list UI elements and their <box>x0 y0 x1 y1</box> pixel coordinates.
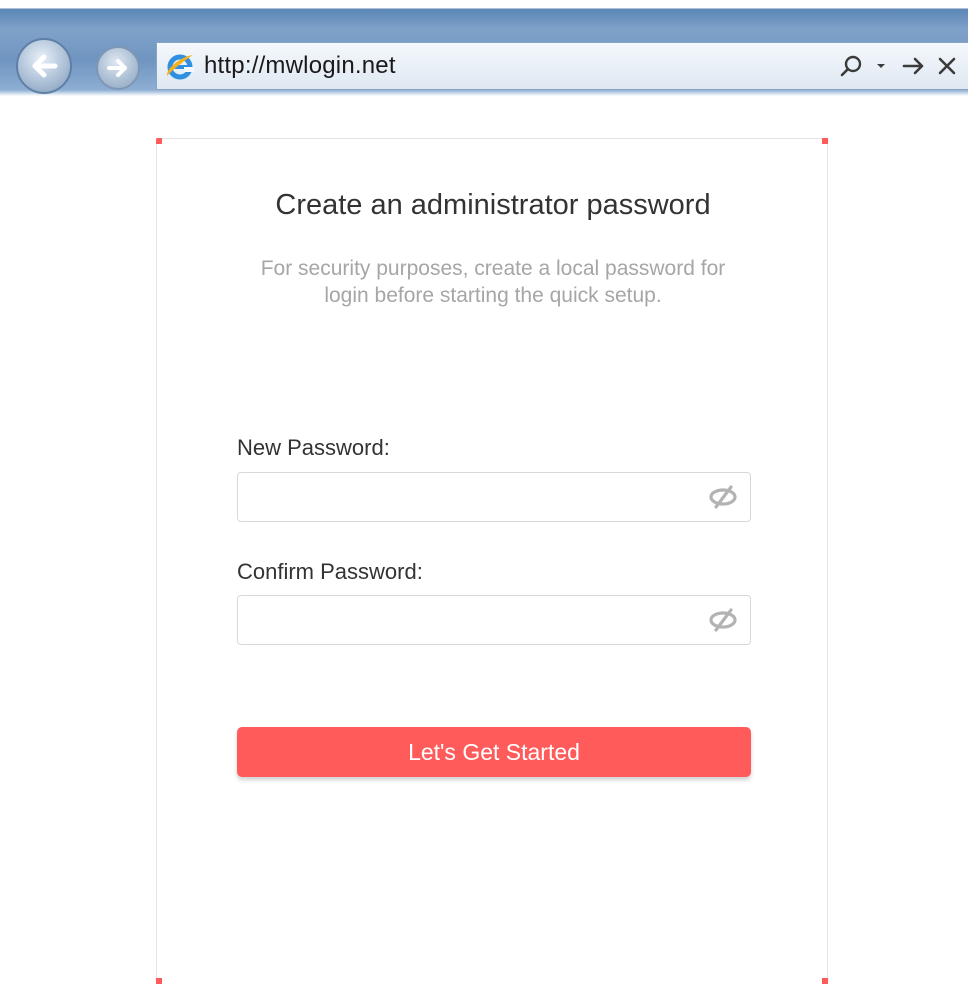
forward-button[interactable] <box>96 46 140 90</box>
forward-arrow-icon <box>107 59 127 77</box>
card-corner-accent <box>822 978 828 984</box>
confirm-password-input[interactable] <box>238 596 698 644</box>
confirm-password-label: Confirm Password: <box>237 559 423 584</box>
card-corner-accent <box>156 978 162 984</box>
stop-x-icon[interactable] <box>934 52 960 80</box>
page-title: Create an administrator password <box>275 189 711 221</box>
confirm-password-field[interactable] <box>237 595 751 645</box>
new-password-label: New Password: <box>237 435 390 460</box>
eye-slash-icon[interactable] <box>706 606 740 634</box>
back-button[interactable] <box>16 38 72 94</box>
card-corner-accent <box>822 138 828 144</box>
back-arrow-icon <box>32 54 58 78</box>
new-password-input[interactable] <box>238 473 698 521</box>
ie-logo-icon <box>164 50 196 82</box>
eye-slash-icon[interactable] <box>706 483 740 511</box>
new-password-field[interactable] <box>237 472 751 522</box>
lets-get-started-button[interactable]: Let's Get Started <box>237 727 751 777</box>
page-subtitle: For security purposes, create a local pa… <box>260 257 726 307</box>
dropdown-caret-icon[interactable] <box>874 52 888 80</box>
setup-card: Create an administrator password For sec… <box>156 138 828 984</box>
search-icon[interactable] <box>838 52 866 80</box>
go-arrow-icon[interactable] <box>900 52 928 80</box>
browser-toolbar: http://mwlogin.net <box>0 0 968 96</box>
url-text[interactable]: http://mwlogin.net <box>204 52 396 80</box>
card-corner-accent <box>156 138 162 144</box>
